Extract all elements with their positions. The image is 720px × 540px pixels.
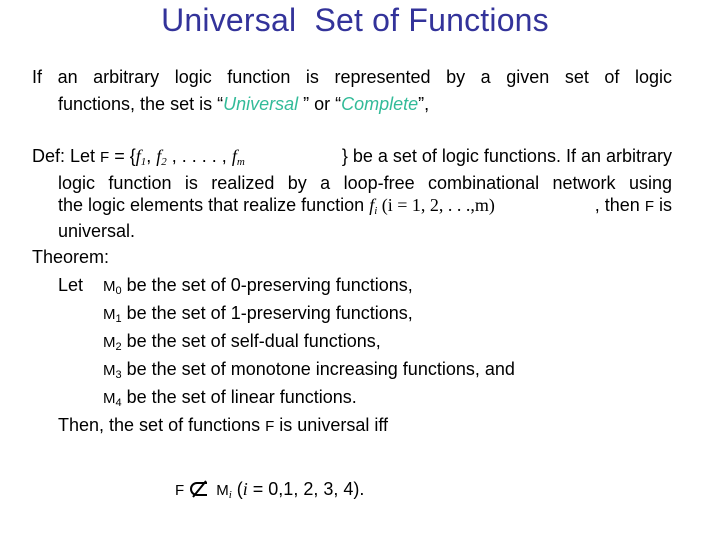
def-head: Def: Let F = {f1, f2 , . . . . , fm — [32, 145, 245, 169]
def-prefix: Def: Let — [32, 146, 101, 166]
def-eq: = { — [109, 146, 136, 166]
def-line3-a: the logic elements that realize function… — [58, 194, 495, 218]
term-complete: Complete — [341, 94, 419, 114]
theorem-conclusion: Then, the set of functions F is universa… — [58, 414, 388, 438]
conclusion-text: is universal iff — [274, 415, 389, 435]
set-F: F — [100, 149, 110, 166]
f2: f2 — [156, 146, 167, 168]
definition-line-2: logic function is realized by a loop-fre… — [58, 173, 672, 193]
def-comma: , — [146, 146, 157, 166]
def-text: is — [654, 195, 672, 215]
theorem-item-text: be the set of monotone increasing functi… — [121, 359, 515, 379]
set-M: M — [103, 278, 116, 295]
set-M: M — [103, 390, 116, 407]
condition-text: = 0,1, 2, 3, 4). — [247, 479, 365, 499]
index-range: (i = 1, 2, . . .,m) — [377, 195, 495, 215]
intro-text: functions, the set is “ — [58, 94, 224, 114]
definition-line-1: Def: Let F = {f1, f2 , . . . . , fm } be… — [32, 145, 672, 169]
universality-condition: F Mi (i = 0,1, 2, 3, 4). — [175, 478, 364, 502]
definition-line-3: the logic elements that realize function… — [58, 194, 672, 218]
theorem-item-4: M4 be the set of linear functions. — [103, 386, 357, 410]
def-text: , then — [594, 195, 645, 215]
theorem-item-2: M2 be the set of self-dual functions, — [103, 330, 381, 354]
term-universal: Universal — [223, 94, 304, 114]
theorem-item-3: M3 be the set of monotone increasing fun… — [103, 358, 515, 382]
theorem-item-text: be the set of linear functions. — [121, 387, 357, 407]
intro-text: ” or “ — [303, 94, 342, 114]
set-F: F — [265, 418, 275, 435]
theorem-item-text: be the set of self-dual functions, — [121, 331, 381, 351]
condition-text: ( — [231, 479, 243, 499]
conclusion-text: Then, the set of functions — [58, 415, 266, 435]
intro-text: ”, — [418, 94, 430, 114]
fm: fm — [232, 146, 245, 168]
slide-title: Universal Set of Functions — [161, 2, 549, 38]
f1: f1 — [136, 146, 147, 168]
set-M: M — [103, 362, 116, 379]
not-subset-icon — [189, 480, 211, 498]
def-line3-b: , then F is — [595, 194, 672, 218]
definition-line-4: universal. — [58, 221, 136, 241]
def-dots: , . . . . , — [166, 146, 232, 166]
theorem-item-text: be the set of 0-preserving functions, — [121, 275, 413, 295]
theorem-heading: Theorem: — [32, 247, 110, 267]
set-F: F — [175, 482, 185, 499]
set-M: M — [216, 482, 229, 499]
set-M: M — [103, 334, 116, 351]
set-M: M — [103, 306, 116, 323]
intro-line-1: If an arbitrary logic function is repres… — [32, 67, 672, 87]
theorem-item-text: be the set of 1-preserving functions, — [121, 303, 413, 323]
theorem-item-0: M0 be the set of 0-preserving functions, — [103, 274, 413, 298]
set-F: F — [644, 198, 654, 215]
theorem-let: Let — [58, 275, 84, 295]
theorem-item-1: M1 be the set of 1-preserving functions, — [103, 302, 413, 326]
intro-line-2: functions, the set is “Universal ” or “C… — [58, 93, 429, 115]
def-suffix: } be a set of logic functions. If an arb… — [341, 146, 672, 166]
def-text: the logic elements that realize function — [58, 195, 370, 215]
fm-sub: m — [236, 156, 245, 168]
